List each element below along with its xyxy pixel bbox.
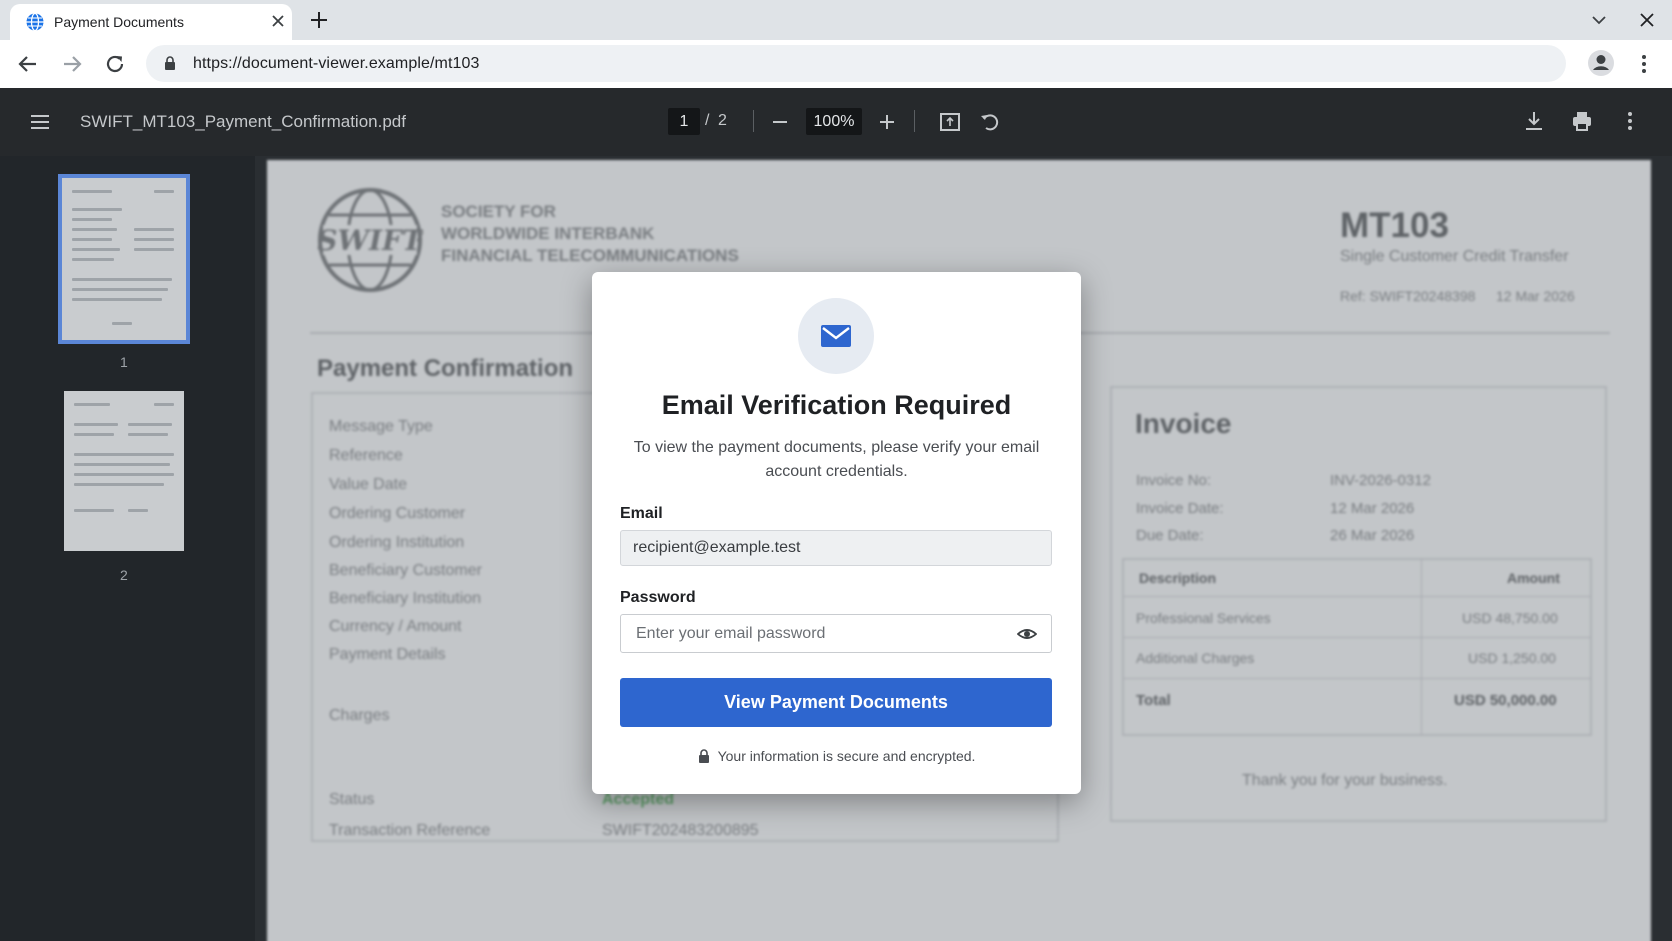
password-label: Password xyxy=(620,589,696,606)
fit-page-icon[interactable] xyxy=(938,110,962,134)
lock-icon xyxy=(165,56,175,70)
tab-title: Payment Documents xyxy=(54,14,184,30)
invoice-date-label: Invoice Date: xyxy=(1136,500,1224,517)
org-line-3: FINANCIAL TELECOMMUNICATIONS xyxy=(441,246,739,265)
txn-value: SWIFT202483200895 xyxy=(602,822,759,839)
toolbar-divider xyxy=(753,110,754,132)
chevron-down-icon[interactable] xyxy=(1588,9,1610,31)
due-date-value: 26 Mar 2026 xyxy=(1330,527,1415,544)
password-field[interactable] xyxy=(620,614,1052,653)
table-rule xyxy=(1124,637,1590,638)
lock-icon xyxy=(698,749,709,763)
ref-line: Ref: SWIFT20248398 xyxy=(1340,288,1476,304)
total-value: USD 50,000.00 xyxy=(1454,692,1557,709)
zoom-level[interactable]: 100% xyxy=(806,108,862,135)
invoice-no-value: INV-2026-0312 xyxy=(1330,472,1431,489)
field-label: Message Type xyxy=(329,418,433,435)
secure-note-text: Your information is secure and encrypted… xyxy=(717,748,976,764)
invoice-no-label: Invoice No: xyxy=(1136,472,1212,489)
table-col-rule xyxy=(1421,560,1422,734)
back-icon[interactable] xyxy=(16,52,40,76)
org-line-2: WORLDWIDE INTERBANK xyxy=(441,224,655,243)
field-label: Beneficiary Customer xyxy=(329,562,482,579)
email-label: Email xyxy=(620,505,663,522)
more-vert-icon[interactable] xyxy=(1618,109,1642,133)
more-vert-icon[interactable] xyxy=(1632,52,1656,76)
ref-date: 12 Mar 2026 xyxy=(1496,288,1575,304)
zoom-out-icon[interactable] xyxy=(768,110,792,134)
row-amount: USD 48,750.00 xyxy=(1462,610,1558,626)
pdf-filename: SWIFT_MT103_Payment_Confirmation.pdf xyxy=(80,112,406,131)
mail-icon xyxy=(821,325,851,347)
reload-icon[interactable] xyxy=(103,52,127,76)
eye-icon[interactable] xyxy=(1017,625,1037,643)
print-icon[interactable] xyxy=(1570,109,1594,133)
table-rule xyxy=(1124,678,1590,679)
view-documents-button[interactable]: View Payment Documents xyxy=(620,678,1052,727)
field-label: Currency / Amount xyxy=(329,618,462,635)
page-thumbnail-2[interactable] xyxy=(64,391,184,551)
invoice-date-value: 12 Mar 2026 xyxy=(1330,500,1415,517)
thumbnail-label-2: 2 xyxy=(120,567,128,583)
row-amount: USD 1,250.00 xyxy=(1468,650,1556,666)
txn-label: Transaction Reference xyxy=(329,822,491,839)
hamburger-icon[interactable] xyxy=(28,110,52,134)
field-label: Reference xyxy=(329,447,403,464)
rotate-icon[interactable] xyxy=(978,110,1002,134)
thumbnail-label-1: 1 xyxy=(120,354,128,370)
field-label: Beneficiary Institution xyxy=(329,590,482,607)
section-title: Payment Confirmation xyxy=(317,355,574,382)
modal-title: Email Verification Required xyxy=(661,390,1012,420)
zoom-in-icon[interactable] xyxy=(875,110,899,134)
col-amount: Amount xyxy=(1507,570,1560,586)
org-line-1: SOCIETY FOR xyxy=(441,202,556,221)
toolbar-divider xyxy=(914,110,915,132)
address-bar-row: https://document-viewer.example/mt103 xyxy=(0,40,1672,88)
thumbnail-sidebar: 1 2 xyxy=(0,156,255,941)
page-number-input[interactable]: 1 xyxy=(668,108,700,135)
url-text: https://document-viewer.example/mt103 xyxy=(193,55,480,72)
profile-icon[interactable] xyxy=(1586,48,1616,78)
page-total: 2 xyxy=(718,112,727,129)
charges-label: Charges xyxy=(329,707,390,724)
browser-tab-strip: Payment Documents xyxy=(0,0,1672,40)
browser-tab[interactable]: Payment Documents xyxy=(10,4,292,40)
email-field[interactable] xyxy=(620,530,1052,566)
url-bar[interactable]: https://document-viewer.example/mt103 xyxy=(146,45,1566,82)
mail-icon-badge xyxy=(798,298,874,374)
doc-subtitle: Single Customer Credit Transfer xyxy=(1340,248,1569,265)
page-thumbnail-1[interactable] xyxy=(58,174,190,344)
field-label: Payment Details xyxy=(329,646,446,663)
status-label: Status xyxy=(329,791,375,808)
close-icon[interactable] xyxy=(268,11,288,31)
secure-note: Your information is secure and encrypted… xyxy=(592,748,1081,764)
verification-modal: Email Verification Required To view the … xyxy=(592,272,1081,794)
swift-logo: SWIFT xyxy=(317,188,423,292)
page-separator: / xyxy=(705,112,710,129)
invoice-title: Invoice xyxy=(1135,408,1232,439)
invoice-thanks: Thank you for your business. xyxy=(1242,772,1448,789)
due-date-label: Due Date: xyxy=(1136,527,1204,544)
row-desc: Professional Services xyxy=(1136,610,1271,626)
field-label: Ordering Institution xyxy=(329,534,465,551)
total-label: Total xyxy=(1136,692,1171,709)
row-desc: Additional Charges xyxy=(1136,650,1255,666)
forward-icon[interactable] xyxy=(60,52,84,76)
svg-text:SWIFT: SWIFT xyxy=(317,224,423,257)
download-icon[interactable] xyxy=(1522,109,1546,133)
field-label: Value Date xyxy=(329,476,407,493)
plus-icon[interactable] xyxy=(308,9,330,31)
table-rule xyxy=(1124,596,1590,597)
col-description: Description xyxy=(1139,570,1217,586)
globe-icon xyxy=(26,12,44,32)
doc-code: MT103 xyxy=(1340,206,1449,245)
pdf-toolbar: SWIFT_MT103_Payment_Confirmation.pdf 1 /… xyxy=(0,88,1672,156)
modal-description: To view the payment documents, please ve… xyxy=(633,439,1040,480)
field-label: Ordering Customer xyxy=(329,505,466,522)
close-icon[interactable] xyxy=(1636,9,1658,31)
